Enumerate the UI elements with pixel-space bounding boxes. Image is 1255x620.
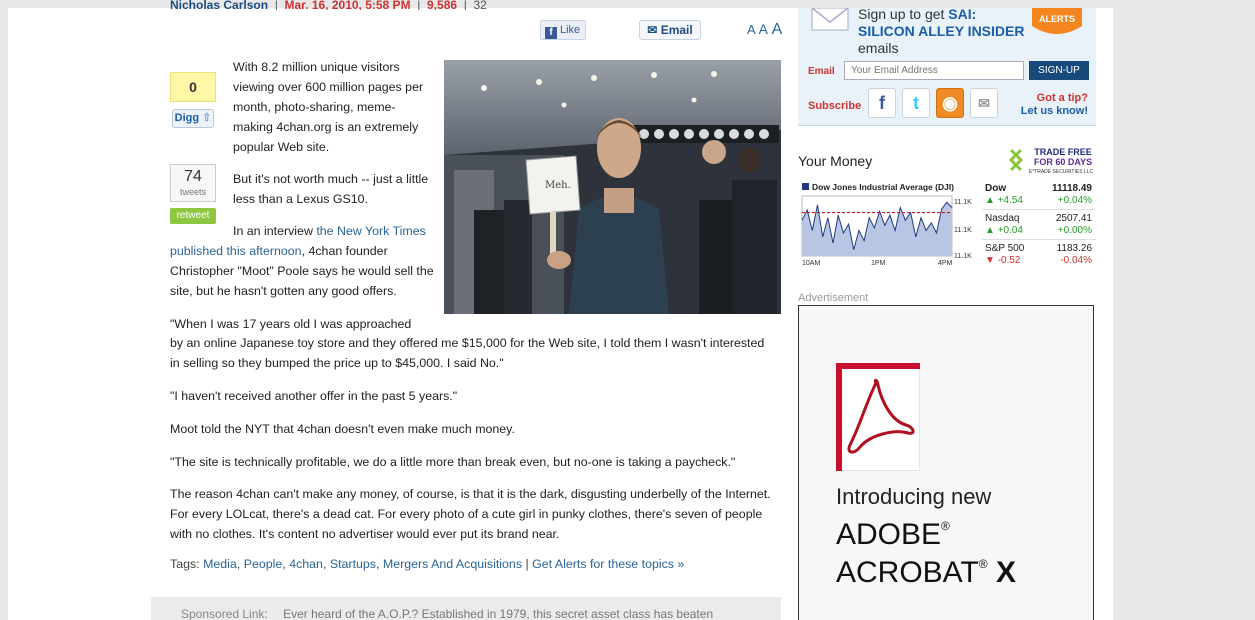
article-paragraph-3: In an interview the New York Times publi… bbox=[170, 224, 434, 298]
comments-count[interactable]: 32 bbox=[474, 0, 487, 10]
series-swatch bbox=[802, 183, 809, 190]
svg-text:FOR 60 DAYS: FOR 60 DAYS bbox=[1034, 157, 1092, 167]
article-paragraph-5: "I haven't received another offer in the… bbox=[170, 389, 458, 403]
etrade-promo[interactable]: TRADE FREE FOR 60 DAYS E*TRADE SECURITIE… bbox=[1007, 146, 1095, 176]
email-field-label: Email bbox=[808, 66, 835, 77]
svg-text:TRADE FREE: TRADE FREE bbox=[1034, 147, 1092, 157]
dow-chart[interactable]: Dow Jones Industrial Average (DJI) 11.1K… bbox=[798, 180, 980, 278]
article-paragraph-2: But it's not worth much -- just a little… bbox=[233, 172, 429, 206]
moot-photo-illustration: Meh. bbox=[444, 60, 781, 314]
sponsored-text[interactable]: Ever heard of the A.O.P.? Established in… bbox=[283, 607, 713, 620]
y-tick-label: 11.1K bbox=[954, 199, 972, 206]
digg-count: 0 bbox=[170, 72, 216, 102]
article-paragraph-7: "The site is technically profitable, we … bbox=[170, 455, 736, 469]
tag-4chan[interactable]: 4chan bbox=[289, 557, 323, 571]
alerts-badge: ALERTS bbox=[1032, 8, 1082, 34]
sponsored-label: Sponsored Link: bbox=[181, 607, 268, 620]
email-input[interactable] bbox=[844, 61, 1024, 80]
x-tick-label: 4PM bbox=[938, 260, 953, 267]
quote-name: Dow bbox=[985, 183, 1007, 194]
tip-link[interactable]: Got a tip? Let us know! bbox=[1016, 92, 1088, 118]
adobe-pdf-logo bbox=[836, 363, 920, 471]
ad-product: ACROBAT® X bbox=[836, 556, 1016, 589]
article-paragraph-4-line1: "When I was 17 years old I was approache… bbox=[170, 317, 412, 331]
publish-date: Mar. 16, 2010, 5:58 PM bbox=[284, 0, 411, 10]
facebook-icon[interactable]: f bbox=[868, 88, 896, 118]
svg-text:E*TRADE SECURITIES LLC: E*TRADE SECURITIES LLC bbox=[1029, 169, 1094, 175]
article-photo: Meh. bbox=[444, 60, 781, 314]
ad-headline: Introducing new bbox=[836, 484, 992, 509]
digg-button[interactable]: Digg ⇧ bbox=[172, 109, 214, 128]
text-size-medium[interactable]: A bbox=[759, 21, 768, 37]
email-share-label: Email bbox=[660, 23, 693, 37]
email-signup-box: Sign up to get SAI: SILICON ALLEY INSIDE… bbox=[798, 6, 1096, 126]
adobe-acrobat-ad[interactable]: Introducing new ADOBE® ACROBAT® X bbox=[798, 305, 1094, 620]
byline: Nicholas Carlson | Mar. 16, 2010, 5:58 P… bbox=[170, 0, 487, 10]
quote-change: ▲ +0.04 bbox=[985, 225, 1023, 236]
quote-sp500[interactable]: S&P 500 1183.26 ▼ -0.52 -0.04% bbox=[982, 240, 1096, 270]
text-size-controls: A A A bbox=[747, 21, 782, 39]
quote-change: ▼ -0.52 bbox=[985, 255, 1021, 266]
right-gutter bbox=[1113, 8, 1245, 620]
digg-arrow-icon: ⇧ bbox=[202, 112, 212, 124]
tweet-count: 74 bbox=[184, 168, 202, 185]
signup-button[interactable]: SIGN-UP bbox=[1029, 61, 1089, 80]
article-tags: Tags: Media, People, 4chan, Startups, Me… bbox=[170, 557, 685, 571]
quote-change: ▲ +4.54 bbox=[985, 195, 1023, 206]
twitter-icon[interactable]: t bbox=[902, 88, 930, 118]
tag-mergers-and-acquisitions[interactable]: Mergers And Acquisitions bbox=[383, 557, 522, 571]
rss-icon[interactable]: ◉ bbox=[936, 88, 964, 118]
signup-heading: Sign up to get SAI: SILICON ALLEY INSIDE… bbox=[858, 6, 1025, 56]
tweet-count-box: 74 tweets bbox=[170, 164, 216, 202]
chart-title: Dow Jones Industrial Average (DJI) bbox=[802, 182, 954, 192]
author-link[interactable]: Nicholas Carlson bbox=[170, 0, 268, 10]
views-count: 9,586 bbox=[427, 0, 458, 10]
article-paragraph-1: With 8.2 million unique visitors viewing… bbox=[233, 60, 424, 154]
text-size-large[interactable]: A bbox=[772, 21, 783, 38]
quote-pct: +0.04% bbox=[1057, 195, 1092, 206]
facebook-like-button[interactable]: f Like bbox=[540, 20, 586, 40]
x-tick-label: 10AM bbox=[802, 260, 820, 267]
like-label: Like bbox=[560, 24, 581, 36]
your-money-title: Your Money bbox=[798, 153, 873, 169]
quote-nasdaq[interactable]: Nasdaq 2507.41 ▲ +0.04 +0.00% bbox=[982, 210, 1096, 240]
tweet-count-label: tweets bbox=[179, 187, 206, 197]
market-quotes: Dow 11118.49 ▲ +4.54 +0.04% Nasdaq 2507.… bbox=[982, 180, 1096, 270]
facebook-icon: f bbox=[545, 27, 557, 39]
tweetmeme-widget: 74 tweets retweet bbox=[170, 164, 216, 224]
get-alerts-link[interactable]: Get Alerts for these topics » bbox=[532, 557, 684, 571]
quote-pct: +0.00% bbox=[1057, 225, 1092, 236]
tag-media[interactable]: Media bbox=[203, 557, 237, 571]
quote-dow[interactable]: Dow 11118.49 ▲ +4.54 +0.04% bbox=[982, 180, 1096, 210]
y-tick-label: 11.1K bbox=[954, 253, 972, 260]
quote-name: Nasdaq bbox=[985, 213, 1020, 224]
advertisement-label: Advertisement bbox=[798, 292, 869, 304]
tag-people[interactable]: People bbox=[244, 557, 283, 571]
dow-chart-plot: 11.1K 11.1K 11.1K 10AM 1PM 4PM bbox=[801, 195, 972, 267]
y-tick-label: 11.1K bbox=[954, 227, 972, 234]
tag-startups[interactable]: Startups bbox=[330, 557, 376, 571]
email-icon[interactable]: ✉ bbox=[970, 88, 998, 118]
ad-brand: ADOBE® bbox=[836, 518, 950, 551]
text-size-small[interactable]: A bbox=[747, 22, 755, 37]
subscribe-label: Subscribe bbox=[808, 100, 862, 112]
envelope-icon bbox=[811, 8, 849, 31]
quote-pct: -0.04% bbox=[1060, 255, 1092, 266]
quote-value: 11118.49 bbox=[1051, 183, 1092, 194]
article-paragraph-8: The reason 4chan can't make any money, o… bbox=[170, 487, 771, 541]
x-tick-label: 1PM bbox=[871, 260, 886, 267]
email-share-button[interactable]: ✉ Email bbox=[639, 20, 701, 40]
svg-text:ALERTS: ALERTS bbox=[1039, 14, 1075, 24]
digg-widget: 0 Digg ⇧ bbox=[170, 72, 216, 132]
article-paragraph-6: Moot told the NYT that 4chan doesn't eve… bbox=[170, 422, 515, 436]
sponsored-link-bar[interactable]: Sponsored Link: Ever heard of the A.O.P.… bbox=[151, 597, 781, 620]
article-paragraph-4: by an online Japanese toy store and they… bbox=[170, 336, 765, 370]
quote-value: 2507.41 bbox=[1055, 213, 1092, 224]
meh-sign-text: Meh. bbox=[545, 180, 571, 191]
envelope-icon: ✉ bbox=[647, 23, 658, 37]
quote-value: 1183.26 bbox=[1056, 243, 1092, 254]
quote-name: S&P 500 bbox=[985, 243, 1025, 254]
